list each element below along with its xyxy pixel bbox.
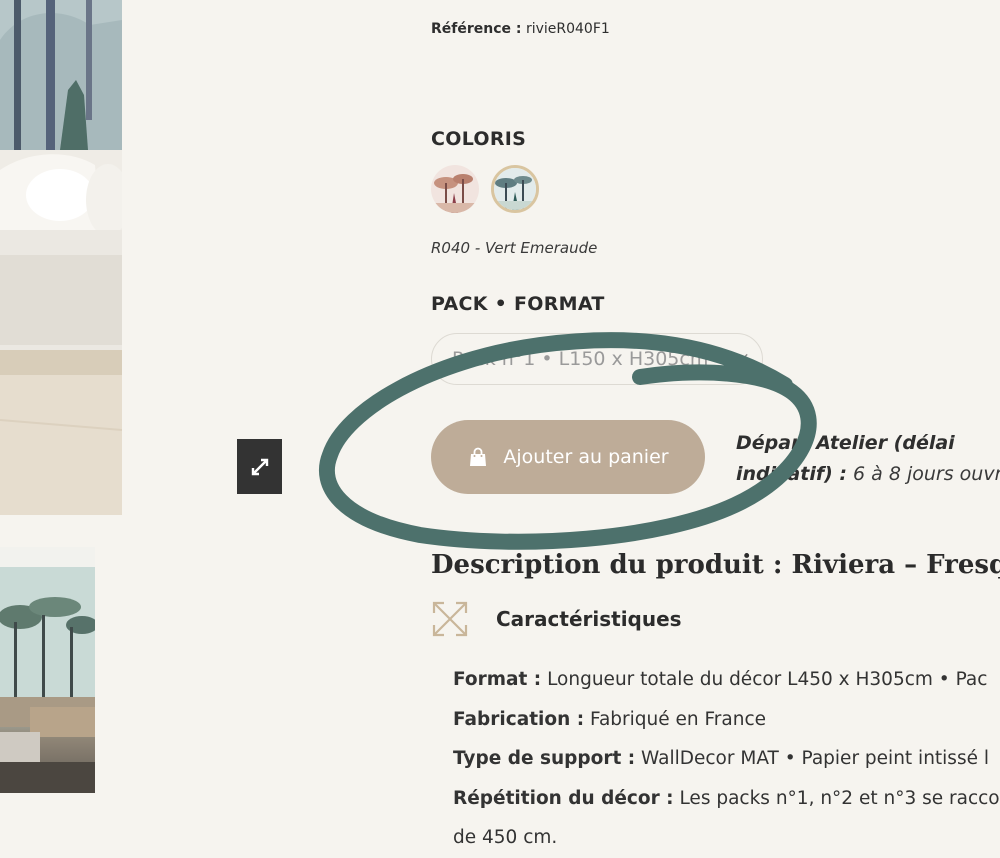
dimensions-arrows-icon bbox=[432, 601, 468, 637]
spec-row-support: Type de support : WallDecor MAT • Papier… bbox=[453, 739, 1000, 779]
vert-emeraude-variant-thumbnail bbox=[494, 168, 536, 210]
product-info-column: Référence : rivieR040F1 COLORIS R040 - V… bbox=[431, 0, 1000, 850]
spec-row-fabrication: Fabrication : Fabriqué en France bbox=[453, 700, 1000, 740]
delivery-value: 6 à 8 jours ouvrés bbox=[853, 463, 1000, 485]
spec-continuation: de 450 cm. bbox=[453, 827, 558, 848]
delivery-label-line1: Départ Atelier (délai bbox=[736, 432, 955, 454]
reference-label: Référence : bbox=[431, 21, 522, 37]
spec-list: Format : Longueur totale du décor L450 x… bbox=[453, 660, 1000, 858]
colors-label: COLORIS bbox=[431, 128, 527, 150]
product-main-image[interactable] bbox=[0, 0, 122, 515]
spec-value: WallDecor MAT • Papier peint intissé l bbox=[641, 748, 989, 769]
spec-row-repetition: Répétition du décor : Les packs n°1, n°2… bbox=[453, 779, 1000, 819]
selected-variant-name: R040 - Vert Emeraude bbox=[431, 239, 598, 257]
product-reference: Référence : rivieR040F1 bbox=[431, 21, 610, 37]
description-title: Description du produit : Riviera – Fresq… bbox=[431, 550, 1000, 580]
pack-format-select[interactable]: Pack n°1 • L150 x H305cm × bbox=[431, 333, 763, 385]
features-heading-label: Caractéristiques bbox=[496, 607, 682, 631]
shopping-bag-icon bbox=[470, 447, 487, 466]
rose-variant-thumbnail bbox=[431, 165, 479, 213]
add-to-cart-button[interactable]: Ajouter au panier bbox=[431, 420, 705, 494]
delivery-info: Départ Atelier (délai indicatif) : 6 à 8… bbox=[736, 428, 1000, 490]
zoom-button[interactable] bbox=[237, 439, 282, 494]
spec-row-format: Format : Longueur totale du décor L450 x… bbox=[453, 660, 1000, 700]
spec-label: Fabrication : bbox=[453, 708, 585, 730]
pack-format-label: PACK • FORMAT bbox=[431, 293, 605, 315]
spec-value: Les packs n°1, n°2 et n°3 se raccord bbox=[679, 787, 1000, 809]
add-to-cart-label: Ajouter au panier bbox=[503, 446, 669, 468]
clear-selection-icon[interactable]: × bbox=[736, 334, 750, 384]
product-thumbnail-image[interactable] bbox=[0, 547, 95, 793]
expand-icon bbox=[251, 458, 268, 475]
swatch-vert-emeraude[interactable] bbox=[491, 165, 539, 213]
swatch-rose[interactable] bbox=[431, 165, 479, 213]
spec-value: Longueur totale du décor L450 x H305cm •… bbox=[547, 669, 988, 690]
pack-format-value: Pack n°1 • L150 x H305cm bbox=[452, 348, 709, 370]
features-heading: Caractéristiques bbox=[431, 600, 682, 638]
delivery-label-line2: indicatif) : bbox=[736, 463, 847, 485]
bedroom-scene-image bbox=[0, 0, 122, 515]
spec-value: Fabriqué en France bbox=[590, 708, 767, 730]
spec-label: Répétition du décor : bbox=[453, 787, 674, 809]
room-scene-thumbnail bbox=[0, 547, 95, 793]
reference-value: rivieR040F1 bbox=[525, 21, 610, 37]
color-swatches bbox=[431, 165, 539, 213]
spec-label: Type de support : bbox=[453, 748, 636, 769]
spec-label: Format : bbox=[453, 669, 542, 690]
